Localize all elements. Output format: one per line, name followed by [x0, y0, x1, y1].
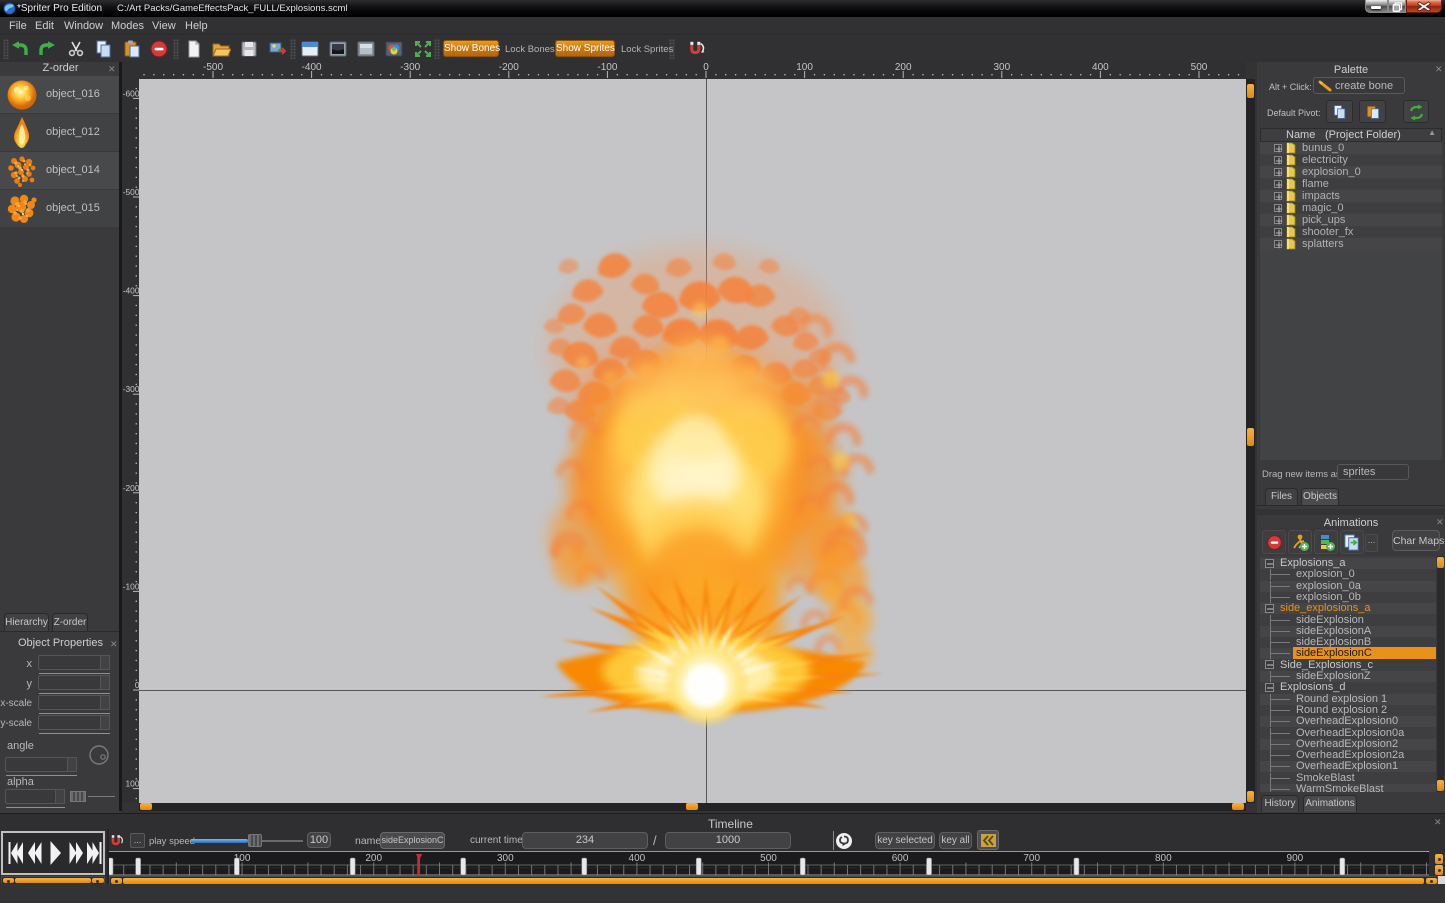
svg-text:600: 600: [892, 853, 909, 864]
svg-text:500: 500: [1191, 62, 1208, 73]
svg-text:-200: -200: [499, 62, 519, 73]
svg-text:200: 200: [895, 62, 912, 73]
svg-text:900: 900: [1287, 853, 1304, 864]
svg-text:-100: -100: [597, 62, 617, 73]
svg-text:-400: -400: [302, 62, 322, 73]
svg-text:200: 200: [365, 853, 382, 864]
svg-text:500: 500: [760, 853, 777, 864]
svg-text:-300: -300: [123, 384, 139, 394]
svg-text:800: 800: [1155, 853, 1172, 864]
svg-text:300: 300: [497, 853, 514, 864]
svg-text:0: 0: [703, 62, 709, 73]
svg-text:700: 700: [1023, 853, 1040, 864]
svg-text:100: 100: [126, 779, 139, 789]
svg-text:-400: -400: [123, 286, 139, 296]
svg-text:-600: -600: [123, 88, 139, 98]
svg-text:400: 400: [1092, 62, 1109, 73]
svg-text:-300: -300: [400, 62, 420, 73]
svg-text:-100: -100: [123, 581, 139, 591]
svg-text:400: 400: [629, 853, 646, 864]
svg-text:100: 100: [796, 62, 813, 73]
svg-text:-500: -500: [203, 62, 223, 73]
svg-text:300: 300: [993, 62, 1010, 73]
svg-text:-200: -200: [123, 483, 139, 493]
svg-text:-500: -500: [123, 187, 139, 197]
